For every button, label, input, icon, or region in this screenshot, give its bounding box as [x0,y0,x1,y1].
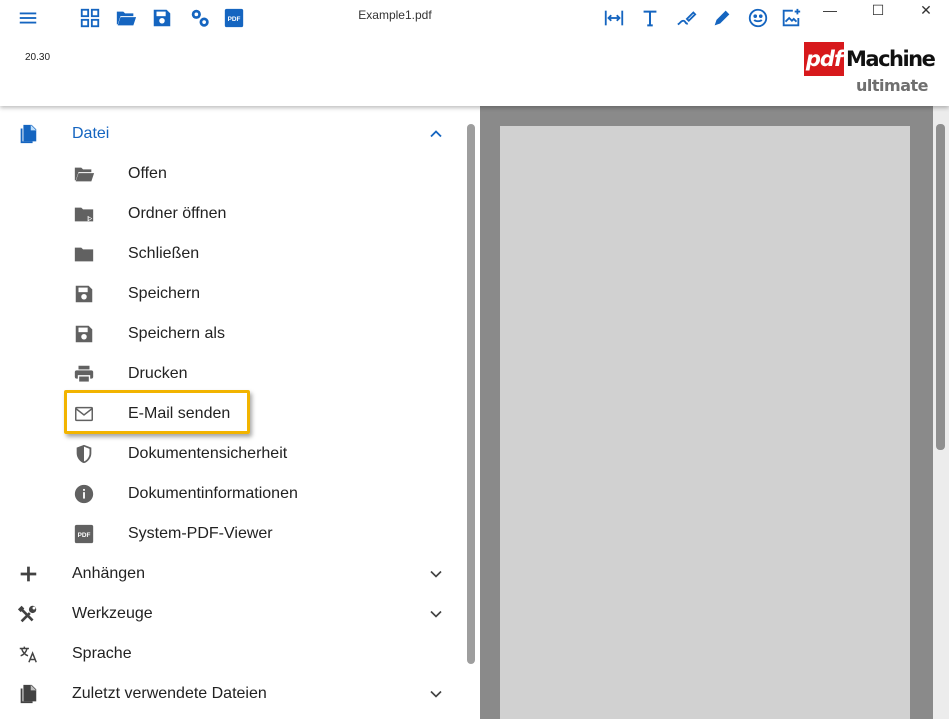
maximize-button[interactable]: ☐ [863,0,893,20]
file-menu-sidebar: Datei Offen Ordner öffnen Schließen Spei… [0,106,480,719]
section-werkzeuge[interactable]: Werkzeuge [0,594,460,634]
pdf-viewer-icon: PDF [72,522,96,546]
menu-item-dokumentinformationen[interactable]: Dokumentinformationen [0,474,460,514]
version-label: 20.30 [25,52,51,63]
translate-icon [16,642,40,666]
sidebar-scrollbar-thumb[interactable] [467,124,475,664]
menu-icon[interactable] [16,6,40,30]
menu-item-label: E-Mail senden [128,405,231,422]
menu-item-speichern-als[interactable]: Speichern als [0,314,460,354]
viewer-scrollbar-thumb[interactable] [936,124,945,450]
section-label: Sprache [72,645,132,662]
add-image-icon[interactable] [779,6,803,30]
menu-item-system-pdf-viewer[interactable]: PDF System-PDF-Viewer [0,514,460,554]
pdfmachine-logo: pdf Machine ultimate [804,42,936,96]
logo-edition: ultimate [856,76,928,95]
menu-item-label: Schließen [128,245,200,262]
menu-item-label: Speichern als [128,325,225,342]
close-button[interactable]: ✕ [911,0,941,20]
printer-icon [72,362,96,386]
text-icon[interactable] [638,6,662,30]
chevron-up-icon[interactable] [424,122,448,146]
section-label: Werkzeuge [72,605,153,622]
emoji-icon[interactable] [746,6,770,30]
save-icon[interactable] [150,6,174,30]
tools-icon [16,602,40,626]
recent-files-icon [16,682,40,706]
pen-icon[interactable] [710,6,734,30]
email-icon [72,402,96,426]
menu-item-drucken[interactable]: Drucken [0,354,460,394]
grid-icon[interactable] [78,6,102,30]
plus-icon [16,562,40,586]
menu-item-label: Dokumentinformationen [128,485,298,502]
section-label: Datei [72,125,110,142]
header-bar: PDF Example1.pdf — ☐ ✕ 20.30 pdf Machine… [0,0,949,106]
section-label: Zuletzt verwendete Dateien [72,685,267,702]
section-zuletzt-verwendete-dateien[interactable]: Zuletzt verwendete Dateien [0,674,460,714]
menu-item-dokumentensicherheit[interactable]: Dokumentensicherheit [0,434,460,474]
menu-item-schliessen[interactable]: Schließen [0,234,460,274]
shield-icon [72,442,96,466]
menu-item-email-senden[interactable]: E-Mail senden [0,394,460,434]
menu-item-label: Speichern [128,285,201,302]
folder-icon [72,242,96,266]
section-datei[interactable]: Datei [0,114,460,154]
menu-item-label: Offen [128,165,167,182]
menu-item-ordner-oeffnen[interactable]: Ordner öffnen [0,194,460,234]
folder-open-icon[interactable] [114,6,138,30]
app-window: PDF Example1.pdf — ☐ ✕ 20.30 pdf Machine… [0,0,949,719]
save-icon [72,282,96,306]
svg-text:PDF: PDF [228,16,241,23]
document-icon [16,122,40,146]
save-as-icon [72,322,96,346]
section-anhaengen[interactable]: Anhängen [0,554,460,594]
fit-width-icon[interactable] [602,6,626,30]
svg-text:PDF: PDF [78,532,91,539]
chevron-down-icon[interactable] [424,562,448,586]
settings-icon[interactable] [188,6,212,30]
folder-open-icon [72,162,96,186]
section-label: Anhängen [72,565,145,582]
minimize-button[interactable]: — [815,0,845,20]
menu-item-label: System-PDF-Viewer [128,525,273,542]
folder-play-icon [72,202,96,226]
menu-item-label: Drucken [128,365,188,382]
chevron-down-icon[interactable] [424,682,448,706]
menu-item-speichern[interactable]: Speichern [0,274,460,314]
section-sprache[interactable]: Sprache [0,634,460,674]
draw-icon[interactable] [674,6,698,30]
menu-item-offen[interactable]: Offen [0,154,460,194]
pdf-icon[interactable]: PDF [222,6,246,30]
menu-item-label: Ordner öffnen [128,205,227,222]
chevron-down-icon[interactable] [424,602,448,626]
document-title: Example1.pdf [358,8,432,22]
pdf-page [500,126,910,719]
menu-item-label: Dokumentensicherheit [128,445,288,462]
logo-machine: Machine [846,47,936,71]
logo-pdf: pdf [804,42,844,76]
info-icon [72,482,96,506]
